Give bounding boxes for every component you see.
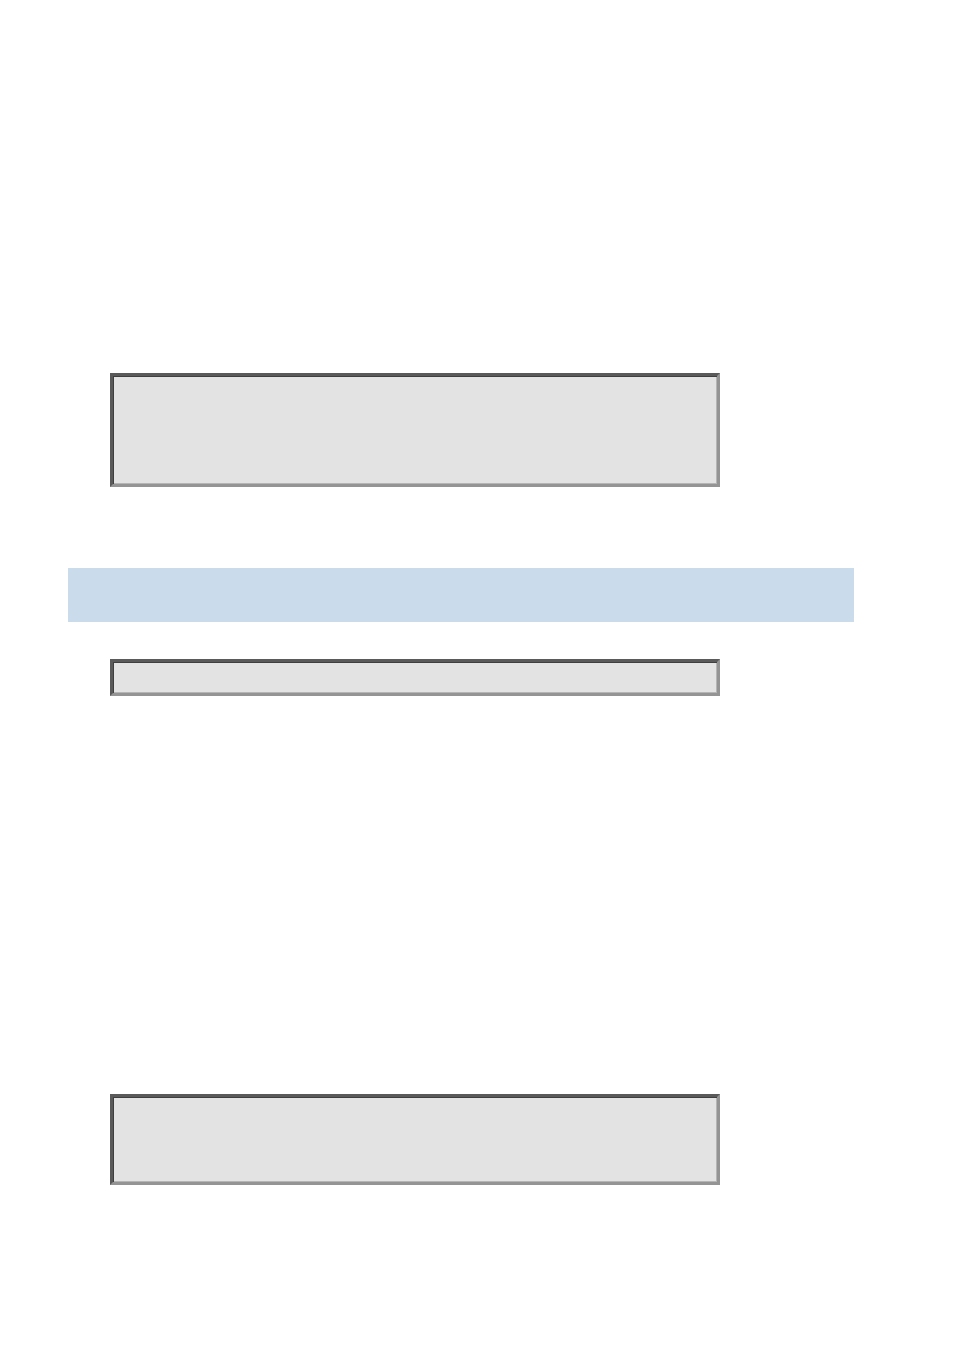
inset-panel-1 [110,373,720,487]
inset-panel-3 [110,1094,720,1185]
highlight-band [68,568,854,622]
inset-panel-2 [110,659,720,696]
document-page [0,0,954,1350]
